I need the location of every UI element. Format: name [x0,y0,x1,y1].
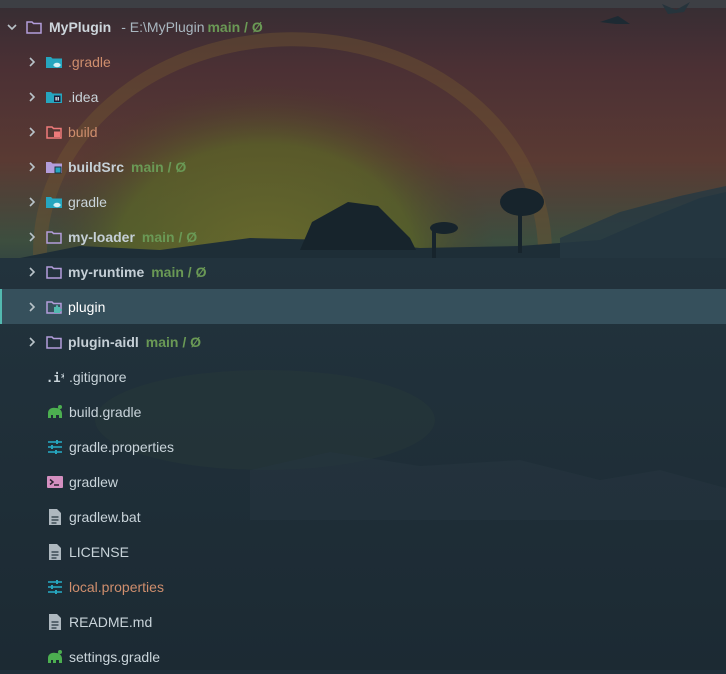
tree-item-label: buildSrc [68,158,125,175]
vcs-branch-label: main / Ø [131,158,187,175]
text-file-icon [46,613,64,631]
tree-item-label: plugin-aidl [68,333,139,350]
tree-item-label: plugin [68,298,106,315]
vcs-branch-label: main / Ø [141,228,198,245]
svg-text:.i*: .i* [46,371,64,385]
plugin-module-folder-icon [45,298,63,316]
vcs-branch-label: main / Ø [145,333,201,350]
gradle-elephant-icon [46,648,64,666]
tree-item-label: gradlew.bat [69,508,141,525]
tree-item-plugin[interactable]: plugin [0,289,726,324]
tree-item-plugin-aidl[interactable]: plugin-aidl main / Ø [0,324,726,359]
chevron-right-icon[interactable] [26,161,38,173]
chevron-right-icon[interactable] [26,56,38,68]
chevron-right-icon[interactable] [26,91,38,103]
tree-item-gradlew-bat[interactable]: gradlew.bat [0,499,726,534]
tree-item-label: .idea [68,88,99,105]
tree-item-label: settings.gradle [69,648,161,665]
tree-item-label: .gitignore [69,368,127,385]
chevron-down-icon[interactable] [6,21,18,33]
tree-item-license[interactable]: LICENSE [0,534,726,569]
tree-item-gradle-properties[interactable]: gradle.properties [0,429,726,464]
tree-item-label: gradlew [69,473,119,490]
tree-item-build-gradle[interactable]: build.gradle [0,394,726,429]
module-folder-icon [45,158,63,176]
tree-item-label: LICENSE [69,543,129,560]
tree-item-buildsrc[interactable]: buildSrc main / Ø [0,149,726,184]
text-file-icon [46,543,64,561]
tree-item-gradlew[interactable]: gradlew [0,464,726,499]
tree-item-label: .gradle [68,53,111,70]
tree-item-label: gradle.properties [69,438,175,455]
folder-icon [25,18,43,36]
tree-item-label: my-loader [68,228,135,245]
tree-item-label: local.properties [69,578,164,595]
folder-icon [45,333,63,351]
chevron-right-icon[interactable] [26,126,38,138]
tree-item-label: build.gradle [69,403,142,420]
tree-item-label: gradle [68,193,107,210]
tree-item-my-loader[interactable]: my-loader main / Ø [0,219,726,254]
tree-item-local-properties[interactable]: local.properties [0,569,726,604]
vcs-branch-label: main / Ø [151,263,207,280]
project-tree: MyPlugin - E:\MyPlugin main / Ø .gradle … [0,9,726,674]
chevron-right-icon[interactable] [26,301,38,313]
idea-folder-icon [45,88,63,106]
gradle-folder-icon [45,53,63,71]
folder-icon [45,263,63,281]
project-path: - E:\MyPlugin [121,18,205,35]
tree-item-readme[interactable]: README.md [0,604,726,639]
tree-item-settings-gradle[interactable]: settings.gradle [0,639,726,674]
chevron-right-icon[interactable] [26,266,38,278]
tree-item-gradle[interactable]: gradle [0,184,726,219]
gitignore-icon: .i* [46,368,64,386]
tree-item-idea[interactable]: .idea [0,79,726,114]
vcs-branch-label: main / Ø [207,18,263,35]
chevron-right-icon[interactable] [26,336,38,348]
gradle-elephant-icon [46,403,64,421]
tree-item-build[interactable]: build [0,114,726,149]
terminal-script-icon [46,473,64,491]
folder-icon [45,228,63,246]
properties-icon [46,578,64,596]
tree-item-gitignore[interactable]: .i* .gitignore [0,359,726,394]
gradle-folder-icon [45,193,63,211]
tree-item-label: README.md [69,613,153,630]
chevron-right-icon[interactable] [26,196,38,208]
tree-root-myplugin[interactable]: MyPlugin - E:\MyPlugin main / Ø [0,9,726,44]
build-folder-icon [45,123,63,141]
text-file-icon [46,508,64,526]
project-name: MyPlugin [49,18,112,35]
tree-item-dot-gradle[interactable]: .gradle [0,44,726,79]
tree-item-label: build [68,123,98,140]
chevron-right-icon[interactable] [26,231,38,243]
tree-item-label: my-runtime [68,263,145,280]
tree-item-my-runtime[interactable]: my-runtime main / Ø [0,254,726,289]
properties-icon [46,438,64,456]
